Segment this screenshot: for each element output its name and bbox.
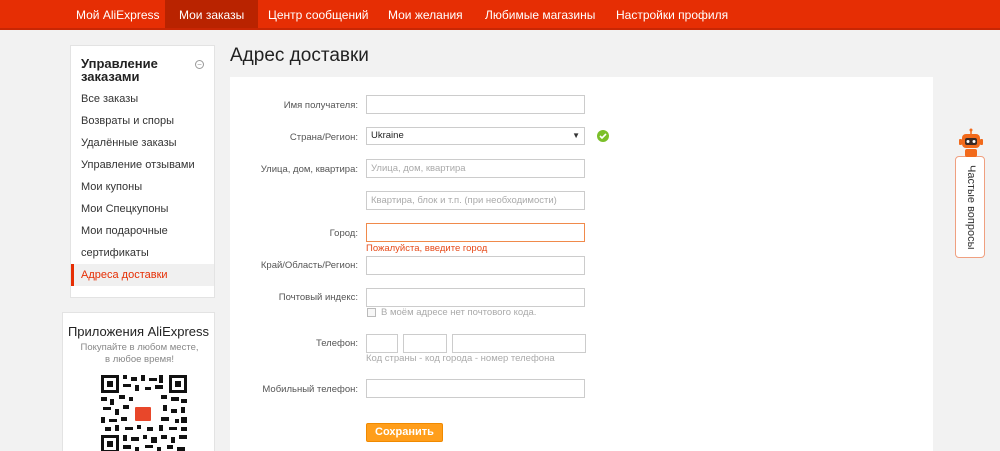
sidebar-item-deleted-orders[interactable]: Удалённые заказы bbox=[71, 132, 214, 154]
postal-code-label: Почтовый индекс: bbox=[278, 292, 358, 303]
order-management-sidebar: Управление заказами − Все заказы Возврат… bbox=[70, 45, 215, 298]
sidebar-item-returns-disputes[interactable]: Возвраты и споры bbox=[71, 110, 214, 132]
recipient-label: Имя получателя: bbox=[283, 100, 358, 111]
support-robot-icon[interactable] bbox=[955, 128, 987, 160]
no-postal-code-label: В моём адресе нет почтового кода. bbox=[381, 307, 537, 318]
top-nav: Мой AliExpress Мои заказы Центр сообщени… bbox=[0, 0, 1000, 30]
postal-code-input[interactable] bbox=[366, 288, 585, 307]
nav-my-aliexpress[interactable]: Мой AliExpress bbox=[62, 0, 174, 30]
nav-my-orders[interactable]: Мои заказы bbox=[165, 0, 259, 30]
nav-profile-settings[interactable]: Настройки профиля bbox=[602, 0, 742, 30]
save-button[interactable]: Сохранить bbox=[366, 423, 443, 442]
city-error-message: Пожалуйста, введите город bbox=[366, 243, 488, 254]
city-input[interactable] bbox=[366, 223, 585, 242]
city-label: Город: bbox=[329, 228, 358, 239]
region-input[interactable] bbox=[366, 256, 585, 275]
mobile-phone-input[interactable] bbox=[366, 379, 585, 398]
phone-label: Телефон: bbox=[315, 338, 358, 349]
dropdown-caret-icon: ▼ bbox=[572, 131, 580, 140]
sidebar-item-my-coupons[interactable]: Мои купоны bbox=[71, 176, 214, 198]
country-select[interactable]: Ukraine ▼ bbox=[366, 127, 585, 145]
apartment-input[interactable] bbox=[366, 191, 585, 210]
recipient-name-input[interactable] bbox=[366, 95, 585, 114]
qr-code[interactable] bbox=[101, 375, 187, 451]
phone-format-hint: Код страны - код города - номер телефона bbox=[366, 353, 555, 364]
app-promo: Приложения AliExpress Покупайте в любом … bbox=[62, 312, 215, 451]
aliexpress-logo-icon bbox=[133, 405, 153, 423]
nav-wish-list[interactable]: Мои желания bbox=[374, 0, 477, 30]
sidebar-title: Управление заказами bbox=[81, 56, 158, 84]
collapse-icon[interactable]: − bbox=[195, 60, 204, 69]
faq-label: Частые вопросы bbox=[965, 165, 977, 250]
faq-tab[interactable]: Частые вопросы bbox=[955, 156, 985, 258]
nav-favorite-stores[interactable]: Любимые магазины bbox=[471, 0, 609, 30]
valid-check-icon bbox=[597, 130, 609, 142]
region-label: Край/Область/Регион: bbox=[260, 260, 358, 271]
phone-country-code-input[interactable] bbox=[366, 334, 398, 353]
app-promo-title: Приложения AliExpress bbox=[67, 324, 210, 339]
mobile-phone-label: Мобильный телефон: bbox=[262, 384, 358, 395]
nav-message-center[interactable]: Центр сообщений bbox=[254, 0, 382, 30]
sidebar-item-all-orders[interactable]: Все заказы bbox=[71, 88, 214, 110]
sidebar-item-gift-certificates[interactable]: Мои подарочные bbox=[71, 220, 214, 242]
page-title: Адрес доставки bbox=[230, 45, 369, 66]
phone-area-code-input[interactable] bbox=[403, 334, 447, 353]
app-promo-subtitle: Покупайте в любом месте, в любое время! bbox=[80, 342, 199, 365]
country-label: Страна/Регион: bbox=[289, 132, 358, 143]
phone-number-input[interactable] bbox=[452, 334, 586, 353]
sidebar-item-delivery-addresses[interactable]: Адреса доставки bbox=[71, 264, 214, 286]
no-postal-code-checkbox[interactable] bbox=[367, 308, 376, 317]
street-label: Улица, дом, квартира: bbox=[260, 164, 358, 175]
country-selected-value: Ukraine bbox=[371, 130, 404, 141]
sidebar-item-special-coupons[interactable]: Мои Спецкупоны bbox=[71, 198, 214, 220]
sidebar-item-gift-certificates-cont[interactable]: сертификаты bbox=[71, 242, 214, 264]
sidebar-item-manage-feedback[interactable]: Управление отзывами bbox=[71, 154, 214, 176]
nav-divider bbox=[0, 28, 1000, 30]
street-input[interactable] bbox=[366, 159, 585, 178]
